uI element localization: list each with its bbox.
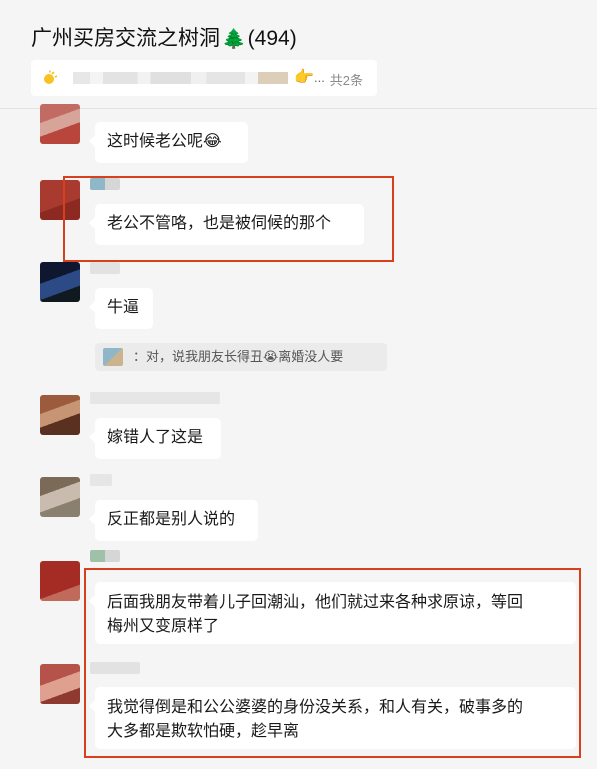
tree-icon: 🌲 (222, 29, 246, 50)
message-bubble[interactable]: 反正都是别人说的 (89, 500, 258, 541)
quote-text-after: 离婚没人要 (278, 349, 344, 364)
chat-header: 广州买房交流之树洞 🌲(494) 👉 ... 共2条 (0, 0, 597, 109)
quote-text-before: ：对，说我朋友长得丑 (133, 349, 264, 364)
chat-title[interactable]: 广州买房交流之树洞 🌲(494) (31, 22, 297, 52)
crying-face-icon: 😭 (263, 349, 279, 364)
laughing-tears-icon: 😂 (203, 133, 222, 150)
nickname-blurred (90, 178, 120, 190)
pointing-hand-icon: 👉 (294, 69, 314, 86)
avatar[interactable] (40, 104, 80, 144)
message-text: 嫁错人了这是 (107, 429, 204, 446)
nickname-blurred (90, 262, 120, 274)
quoted-avatar (103, 348, 123, 366)
message-bubble[interactable]: 老公不管咯，也是被伺候的那个 (89, 204, 364, 245)
message-bubble[interactable]: 牛逼 (89, 288, 153, 329)
pinned-preview-blurred (73, 72, 288, 84)
pinned-ellipsis: ... (314, 70, 325, 85)
message-bubble[interactable]: 这时候老公呢😂 (89, 122, 248, 163)
avatar[interactable] (40, 664, 80, 704)
nickname-blurred (90, 474, 112, 486)
message-text-line-1: 我觉得倒是和公公婆婆的身份没关系，和人有关，破事多的 (107, 699, 524, 716)
message-bubble[interactable]: 后面我朋友带着儿子回潮汕，他们就过来各种求原谅，等回 梅州又变原样了 (89, 582, 576, 644)
message-text-line-1: 后面我朋友带着儿子回潮汕，他们就过来各种求原谅，等回 (107, 594, 524, 611)
message-text: 这时候老公呢 (107, 133, 204, 150)
nickname-blurred (90, 550, 120, 562)
quoted-reply[interactable]: ：对，说我朋友长得丑😭离婚没人要 (95, 343, 387, 371)
message-text-line-2: 大多都是欺软怕硬，趁早离 (107, 723, 300, 740)
pinned-message-bar[interactable]: 👉 ... 共2条 (31, 60, 377, 96)
message-text: 牛逼 (107, 299, 140, 316)
avatar[interactable] (40, 561, 80, 601)
message-bubble[interactable]: 嫁错人了这是 (89, 418, 221, 459)
message-text-line-2: 梅州又变原样了 (107, 618, 220, 635)
avatar[interactable] (40, 180, 80, 220)
avatar[interactable] (40, 395, 80, 435)
nickname-blurred (90, 392, 220, 404)
group-name: 广州买房交流之树洞 (31, 27, 220, 50)
avatar[interactable] (40, 477, 80, 517)
message-text: 反正都是别人说的 (107, 511, 236, 528)
avatar[interactable] (40, 262, 80, 302)
nickname-blurred (90, 662, 140, 674)
message-text: 老公不管咯，也是被伺候的那个 (107, 215, 332, 232)
member-count: (494) (247, 27, 297, 50)
message-bubble[interactable]: 我觉得倒是和公公婆婆的身份没关系，和人有关，破事多的 大多都是欺软怕硬，趁早离 (89, 687, 576, 749)
pinned-count: 共2条 (329, 73, 363, 88)
sun-icon (44, 70, 58, 84)
